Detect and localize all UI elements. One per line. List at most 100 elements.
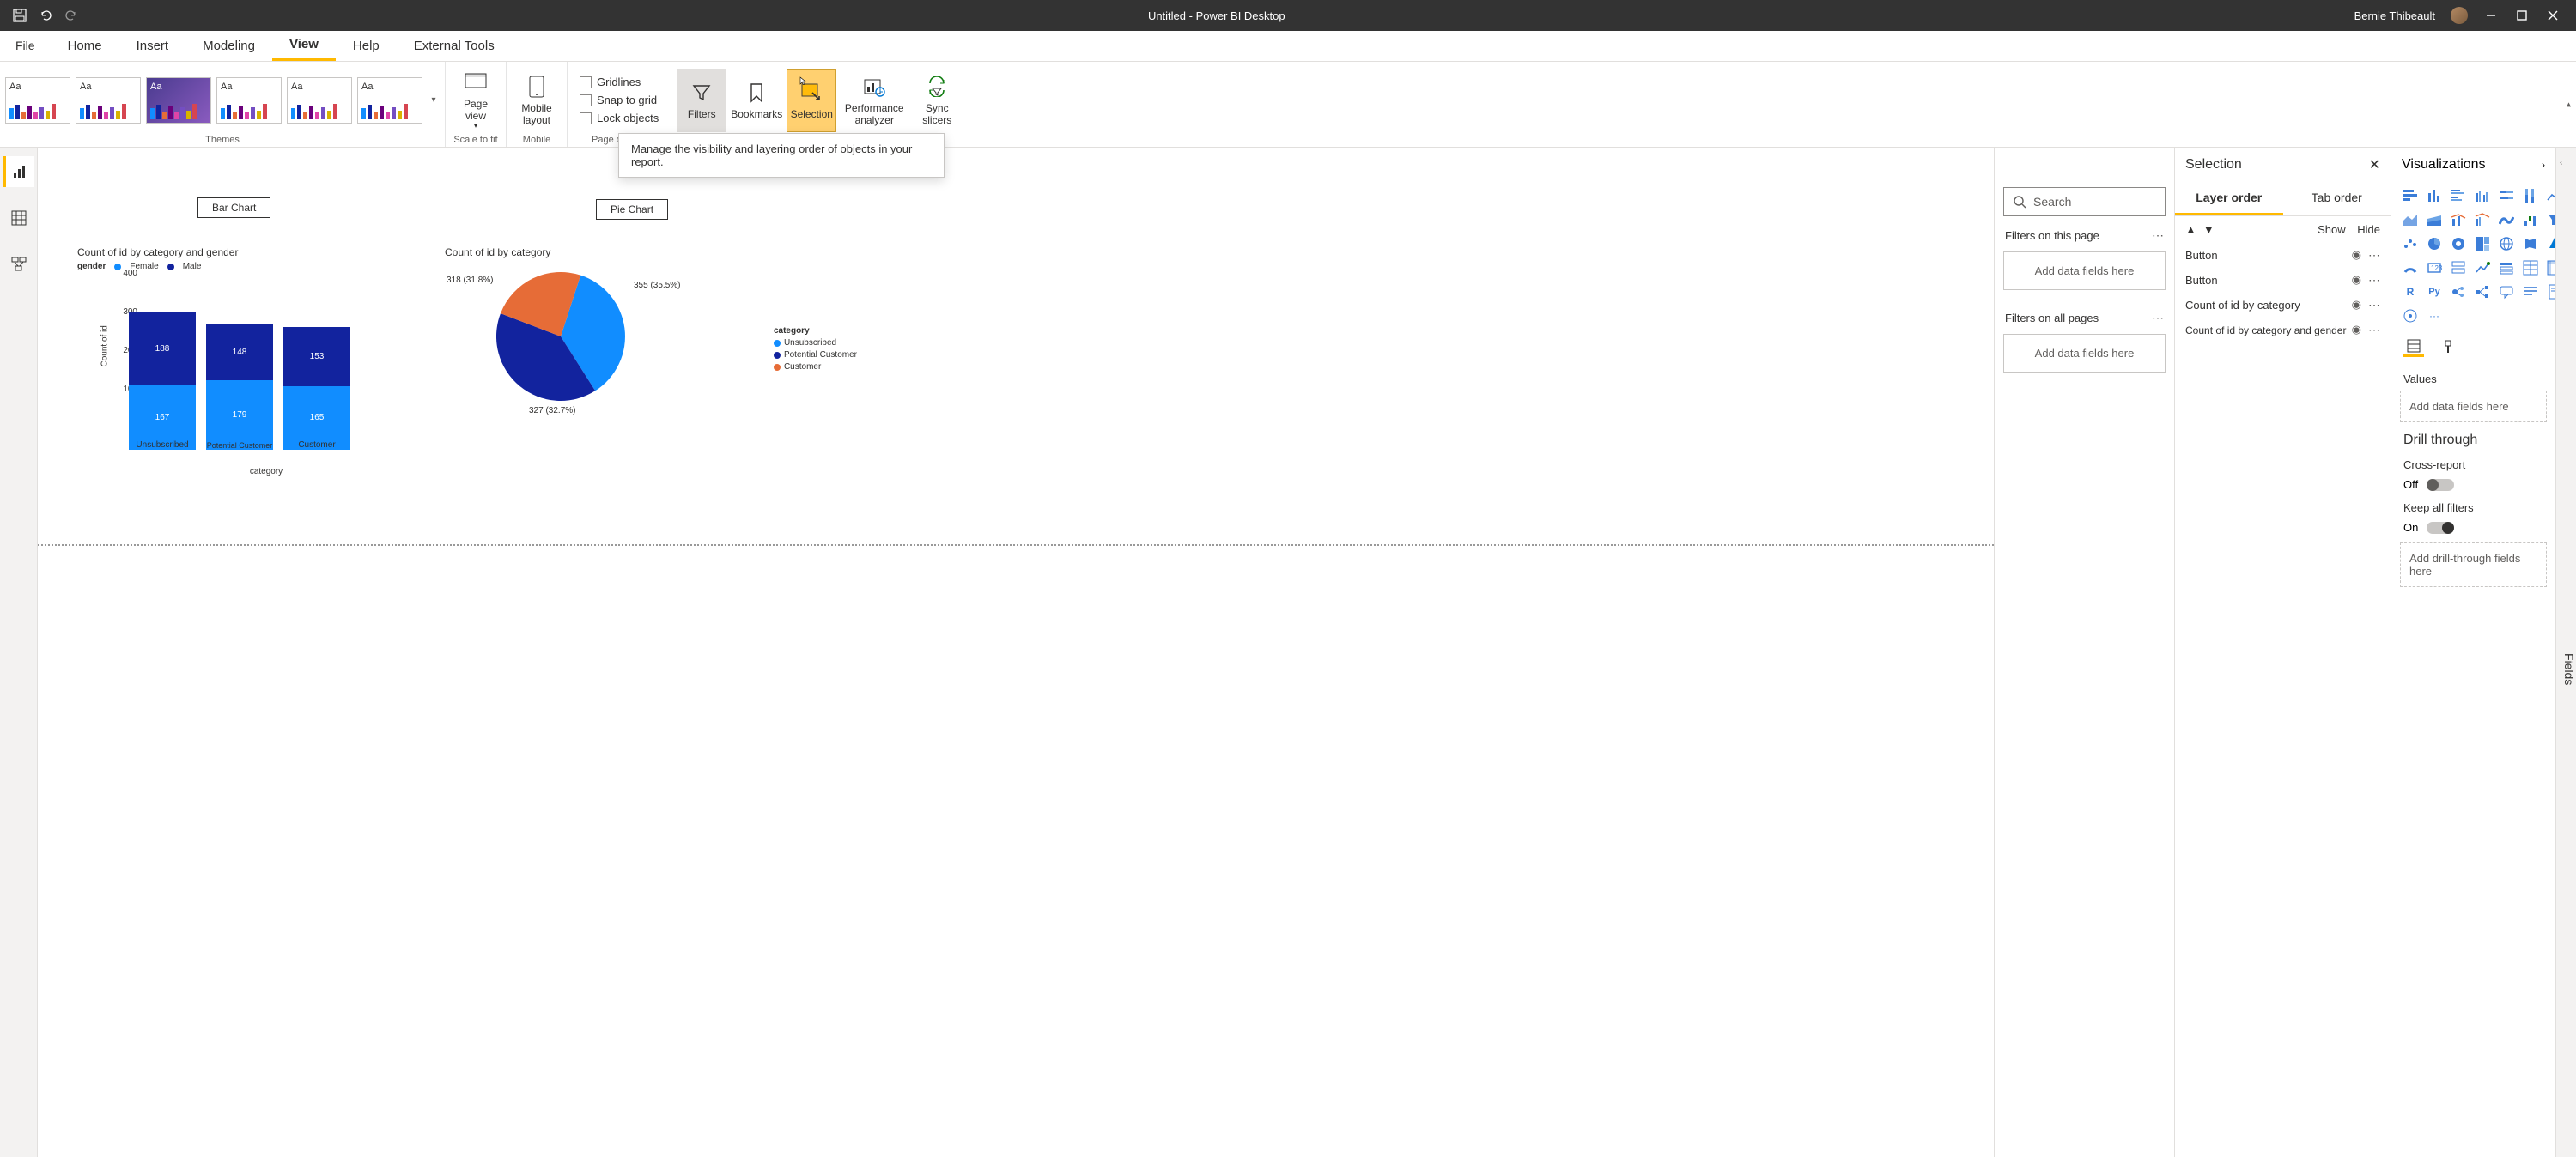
- donut-icon[interactable]: [2448, 233, 2469, 254]
- ribbon-chart-icon[interactable]: [2496, 209, 2517, 230]
- tab-view[interactable]: View: [272, 30, 336, 61]
- treemap-icon[interactable]: [2472, 233, 2493, 254]
- theme-swatch-6[interactable]: Aa: [357, 77, 422, 124]
- tab-insert[interactable]: Insert: [119, 30, 186, 61]
- kpi-icon[interactable]: [2472, 257, 2493, 278]
- bookmarks-button[interactable]: Bookmarks: [732, 69, 781, 132]
- minimize-icon[interactable]: [2483, 8, 2499, 23]
- pie-chart-visual[interactable]: Count of id by category 355 (35.5%) 327 …: [445, 246, 771, 504]
- viz-collapse-icon[interactable]: ›: [2542, 159, 2545, 171]
- theme-swatch-5[interactable]: Aa: [287, 77, 352, 124]
- data-view-button[interactable]: [3, 203, 34, 233]
- tab-external-tools[interactable]: External Tools: [397, 30, 512, 61]
- clustered-bar-icon[interactable]: [2448, 185, 2469, 206]
- move-down-icon[interactable]: ▼: [2203, 223, 2215, 236]
- sync-slicers-button[interactable]: Sync slicers: [912, 69, 962, 132]
- filters-search[interactable]: Search: [2003, 187, 2166, 216]
- filters-page-more-icon[interactable]: ⋯: [2152, 228, 2164, 243]
- visible-icon[interactable]: ◉: [2352, 273, 2361, 288]
- stacked-column-icon[interactable]: [2424, 185, 2445, 206]
- close-icon[interactable]: [2545, 8, 2561, 23]
- fields-tab-button[interactable]: [2403, 336, 2424, 357]
- key-influencers-icon[interactable]: [2448, 282, 2469, 302]
- theme-swatch-4[interactable]: Aa: [216, 77, 282, 124]
- selection-pane-button[interactable]: Selection: [787, 69, 836, 132]
- line-stacked-column-icon[interactable]: [2448, 209, 2469, 230]
- area-chart-icon[interactable]: [2400, 209, 2421, 230]
- gridlines-checkbox[interactable]: Gridlines: [580, 76, 659, 88]
- r-visual-icon[interactable]: R: [2400, 282, 2421, 302]
- ribbon-collapse-icon[interactable]: ▴: [2567, 100, 2571, 109]
- visible-icon[interactable]: ◉: [2352, 323, 2361, 337]
- waterfall-icon[interactable]: [2520, 209, 2541, 230]
- filled-map-icon[interactable]: [2520, 233, 2541, 254]
- visible-icon[interactable]: ◉: [2352, 248, 2361, 263]
- theme-swatch-3[interactable]: Aa: [146, 77, 211, 124]
- move-up-icon[interactable]: ▲: [2185, 223, 2196, 236]
- undo-icon[interactable]: [38, 8, 53, 23]
- report-canvas[interactable]: Bar Chart Pie Chart Count of id by categ…: [38, 148, 1994, 1157]
- arcgis-icon[interactable]: [2400, 306, 2421, 326]
- user-name[interactable]: Bernie Thibeault: [2354, 9, 2435, 22]
- selection-item[interactable]: Count of id by category and gender◉⋯: [2175, 318, 2391, 342]
- qa-visual-icon[interactable]: [2496, 282, 2517, 302]
- card-icon[interactable]: 123: [2424, 257, 2445, 278]
- decomposition-tree-icon[interactable]: [2472, 282, 2493, 302]
- redo-icon[interactable]: [64, 8, 79, 23]
- format-tab-button[interactable]: [2438, 336, 2458, 357]
- smart-narrative-icon[interactable]: [2520, 282, 2541, 302]
- bar-chart-visual[interactable]: Count of id by category and gender gende…: [77, 246, 421, 504]
- selection-pane-close-icon[interactable]: ✕: [2369, 156, 2380, 173]
- multi-row-card-icon[interactable]: [2448, 257, 2469, 278]
- maximize-icon[interactable]: [2514, 8, 2530, 23]
- tab-file[interactable]: File: [0, 30, 51, 61]
- save-icon[interactable]: [12, 8, 27, 23]
- line-clustered-column-icon[interactable]: [2472, 209, 2493, 230]
- item-more-icon[interactable]: ⋯: [2368, 323, 2380, 337]
- themes-dropdown-icon[interactable]: ▾: [428, 95, 440, 105]
- avatar[interactable]: [2451, 7, 2468, 24]
- report-view-button[interactable]: [3, 156, 34, 187]
- filters-all-more-icon[interactable]: ⋯: [2152, 311, 2164, 325]
- stacked-area-icon[interactable]: [2424, 209, 2445, 230]
- hundred-stacked-column-icon[interactable]: [2520, 185, 2541, 206]
- performance-analyzer-button[interactable]: Performance analyzer: [841, 69, 907, 132]
- visible-icon[interactable]: ◉: [2352, 298, 2361, 312]
- drillthrough-dropzone[interactable]: Add drill-through fields here: [2400, 542, 2547, 587]
- theme-swatch-2[interactable]: Aa: [76, 77, 141, 124]
- filters-all-dropzone[interactable]: Add data fields here: [2003, 334, 2166, 373]
- keep-filters-toggle[interactable]: [2427, 522, 2454, 534]
- snap-to-grid-checkbox[interactable]: Snap to grid: [580, 94, 659, 106]
- mobile-layout-button[interactable]: Mobile layout: [512, 69, 562, 132]
- table-icon[interactable]: [2520, 257, 2541, 278]
- layer-order-tab[interactable]: Layer order: [2175, 182, 2283, 215]
- gauge-icon[interactable]: [2400, 257, 2421, 278]
- pie-icon[interactable]: [2424, 233, 2445, 254]
- pie-chart-button[interactable]: Pie Chart: [596, 199, 668, 220]
- hundred-stacked-bar-icon[interactable]: [2496, 185, 2517, 206]
- item-more-icon[interactable]: ⋯: [2368, 273, 2380, 288]
- tab-modeling[interactable]: Modeling: [185, 30, 272, 61]
- clustered-column-icon[interactable]: [2472, 185, 2493, 206]
- lock-objects-checkbox[interactable]: Lock objects: [580, 112, 659, 124]
- item-more-icon[interactable]: ⋯: [2368, 298, 2380, 312]
- filters-page-dropzone[interactable]: Add data fields here: [2003, 251, 2166, 290]
- map-icon[interactable]: [2496, 233, 2517, 254]
- tab-help[interactable]: Help: [336, 30, 397, 61]
- show-all-button[interactable]: Show: [2318, 223, 2346, 236]
- stacked-bar-icon[interactable]: [2400, 185, 2421, 206]
- theme-swatch-1[interactable]: Aa: [5, 77, 70, 124]
- selection-item[interactable]: Button◉⋯: [2175, 243, 2391, 268]
- fields-pane-collapsed[interactable]: ‹ Fields: [2555, 148, 2576, 1157]
- values-dropzone[interactable]: Add data fields here: [2400, 391, 2547, 422]
- item-more-icon[interactable]: ⋯: [2368, 248, 2380, 263]
- scatter-icon[interactable]: [2400, 233, 2421, 254]
- hide-all-button[interactable]: Hide: [2357, 223, 2380, 236]
- bar-chart-button[interactable]: Bar Chart: [197, 197, 270, 218]
- slicer-icon[interactable]: [2496, 257, 2517, 278]
- model-view-button[interactable]: [3, 249, 34, 280]
- tab-home[interactable]: Home: [51, 30, 119, 61]
- python-visual-icon[interactable]: Py: [2424, 282, 2445, 302]
- fields-expand-icon[interactable]: ‹: [2560, 158, 2562, 167]
- selection-item[interactable]: Count of id by category◉⋯: [2175, 293, 2391, 318]
